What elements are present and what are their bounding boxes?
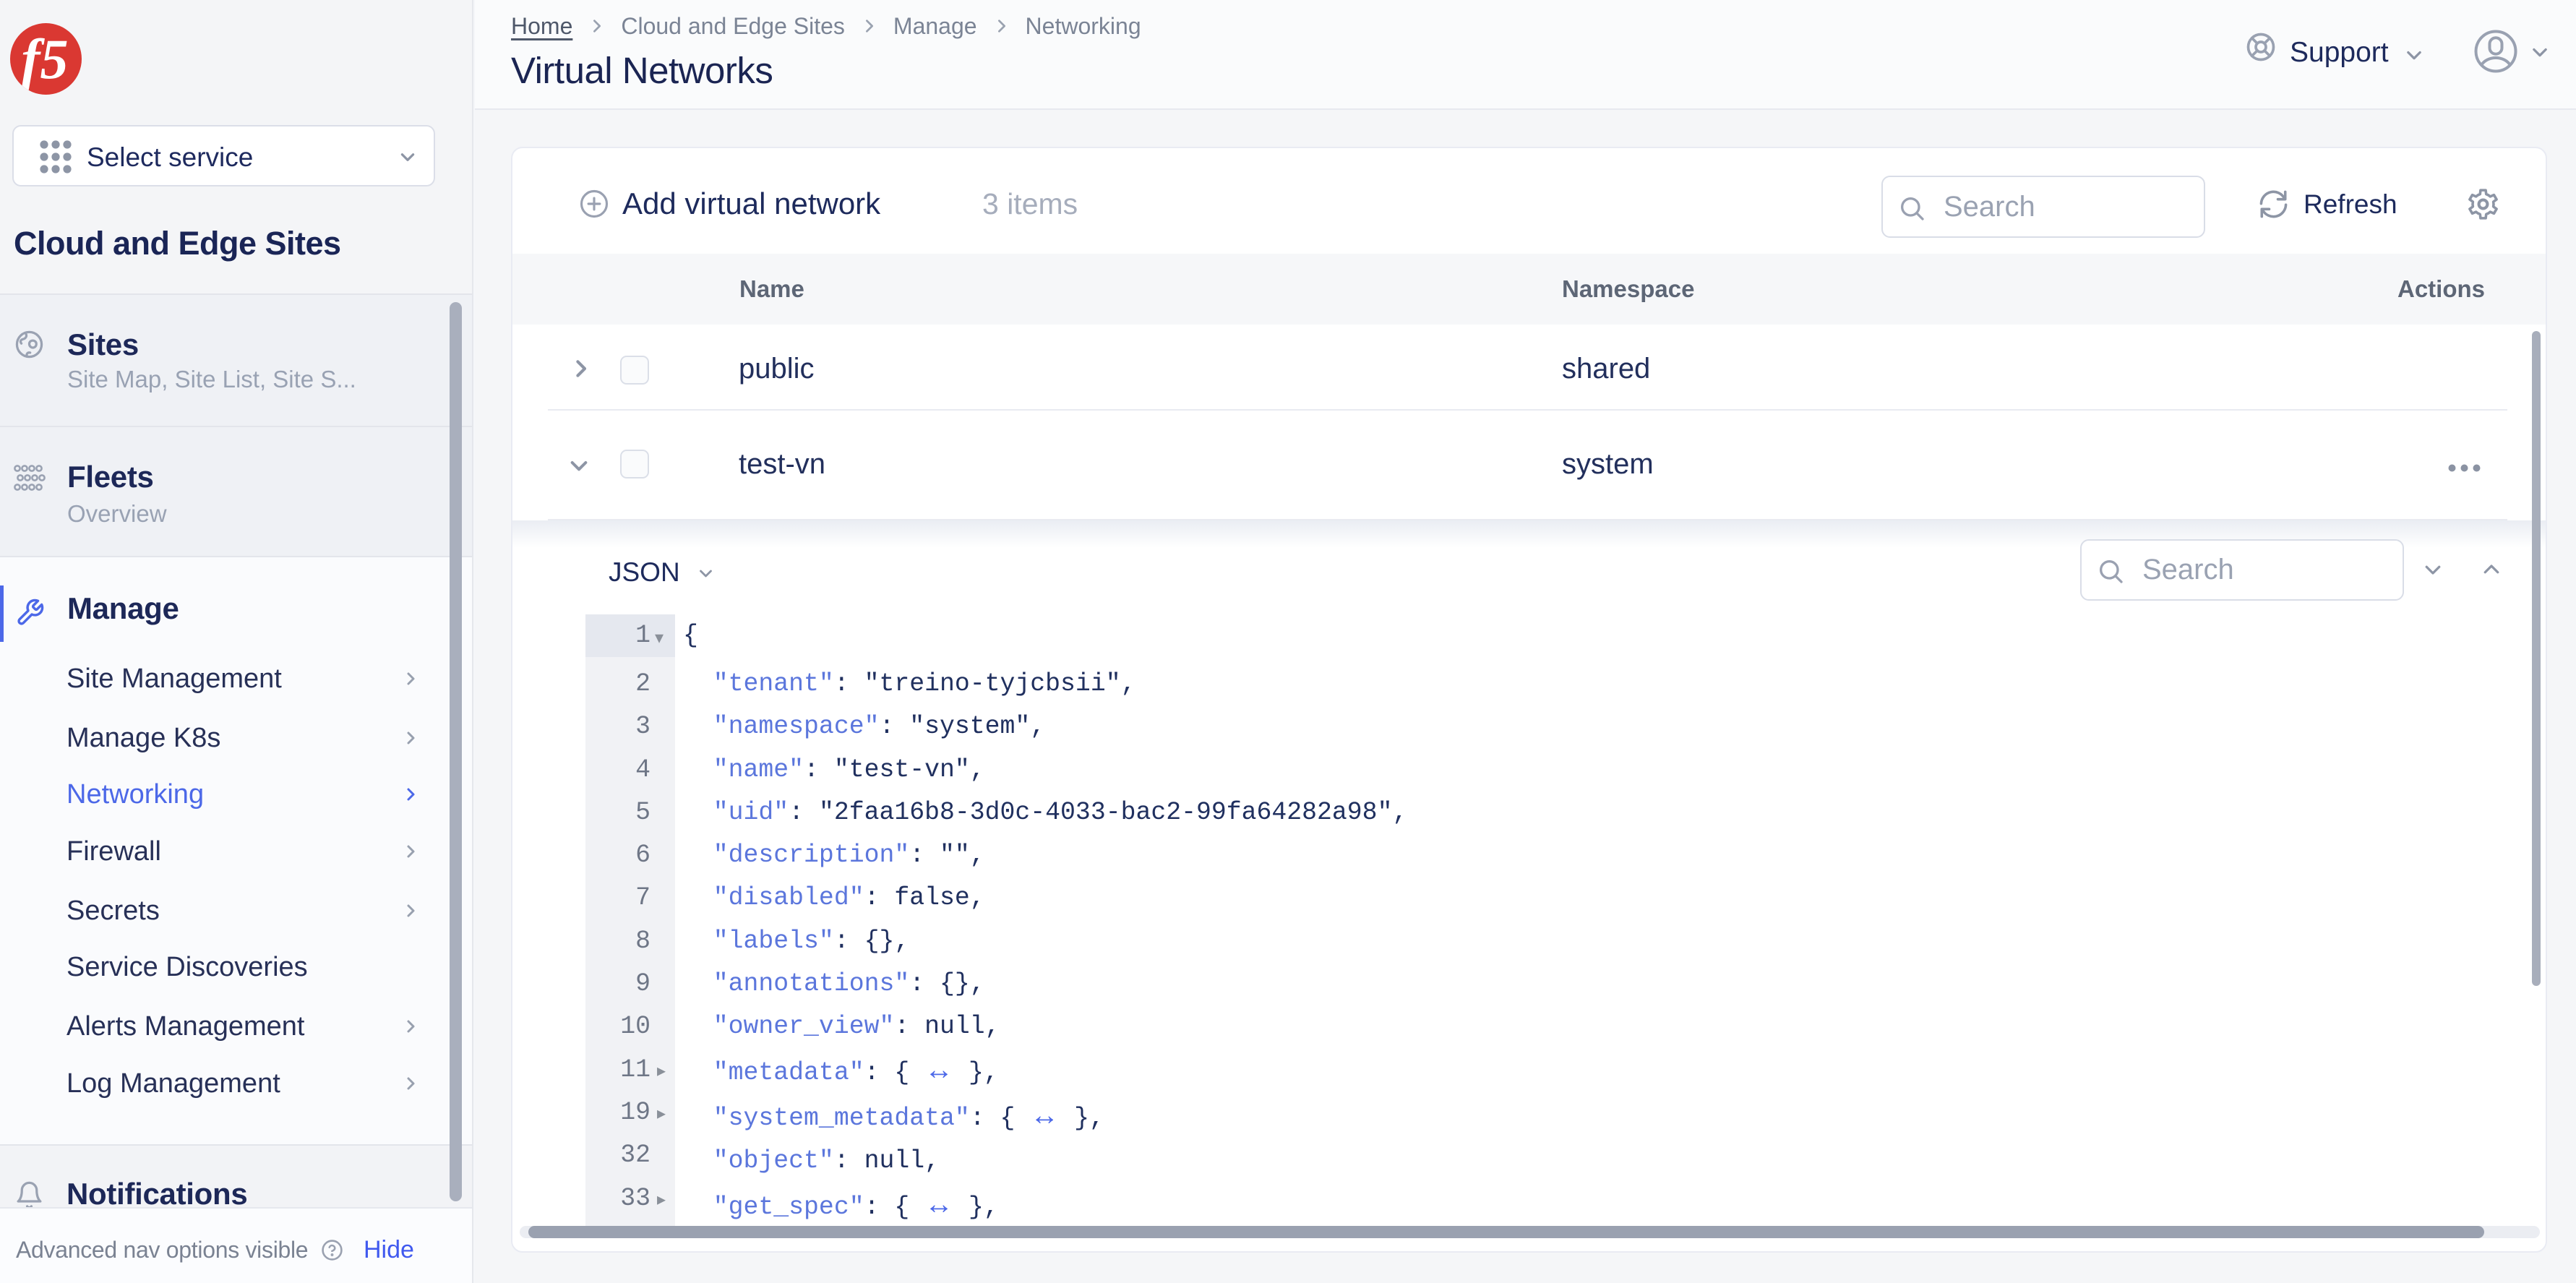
- svg-text:f5: f5: [22, 27, 69, 90]
